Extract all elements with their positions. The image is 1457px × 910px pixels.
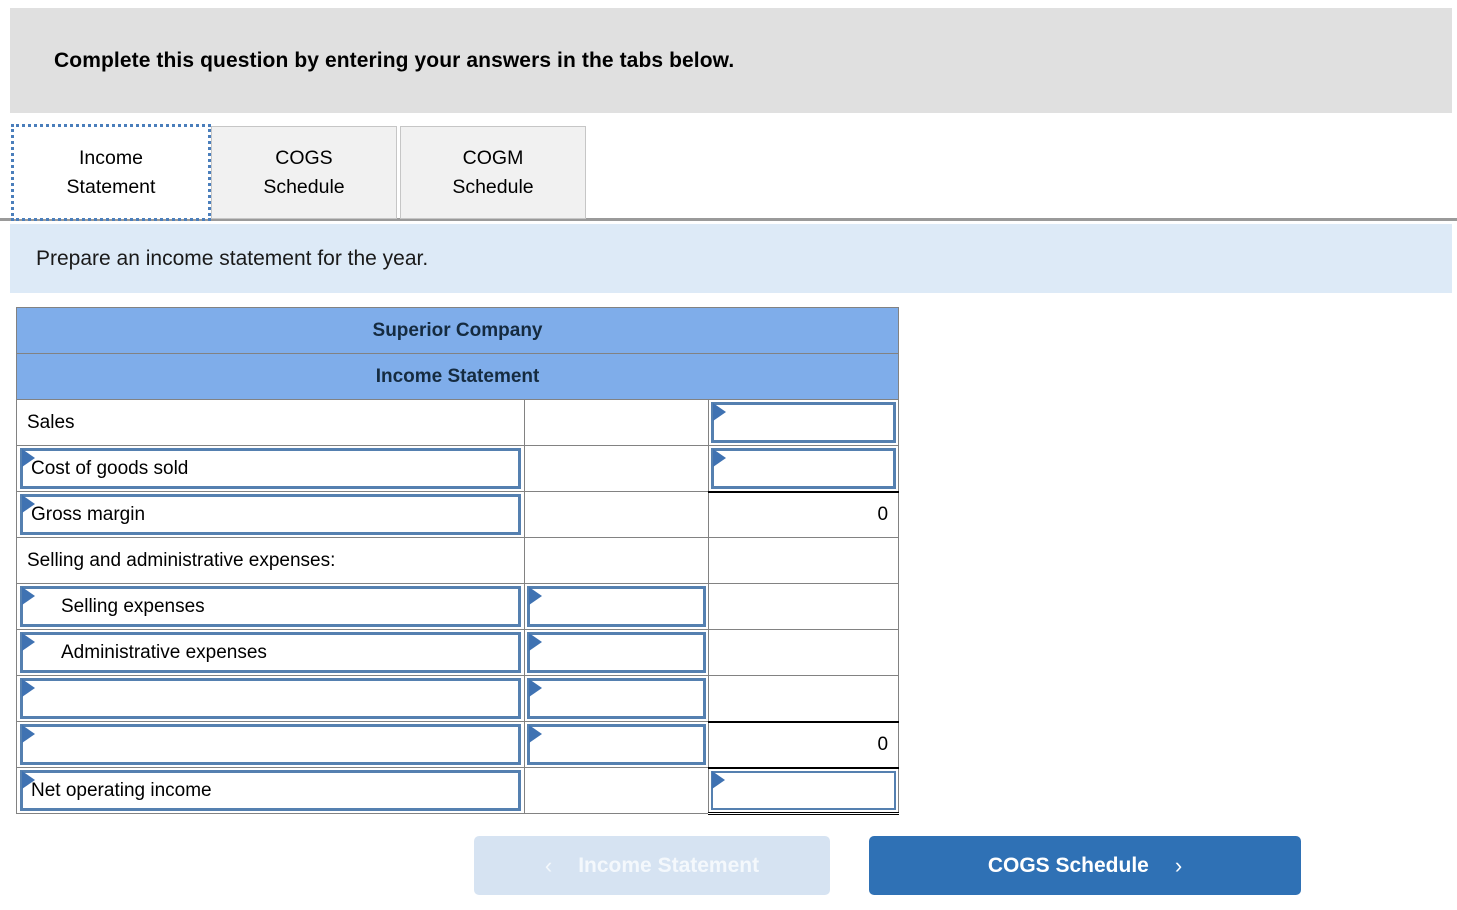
mid-value-input-7[interactable] (527, 724, 706, 765)
row-label-input-6[interactable] (20, 678, 521, 719)
worksheet-row: Administrative expenses (16, 629, 900, 676)
wizard-navigation: ‹ Income Statement COGS Schedule › (0, 836, 1457, 896)
row-label-text: Gross margin (31, 503, 146, 525)
worksheet-row (16, 675, 900, 722)
row-label-text: Selling expenses (61, 595, 205, 617)
worksheet-statement-title: Income Statement (15, 353, 900, 400)
tab-cogm-schedule[interactable]: COGM Schedule (400, 126, 586, 219)
dropdown-marker-icon (529, 633, 542, 651)
tab-cogm-schedule-line1: COGM (462, 147, 524, 170)
dropdown-marker-icon (712, 770, 725, 789)
worksheet-row: Selling and administrative expenses: (16, 537, 900, 584)
income-statement-worksheet: Superior Company Income Statement Sales C… (15, 307, 900, 815)
tab-cogs-schedule-line1: COGS (275, 147, 333, 170)
question-instruction-text: Complete this question by entering your … (54, 48, 735, 72)
mid-value-input-4[interactable] (527, 586, 706, 627)
right-value-input-8[interactable] (711, 770, 897, 810)
mid-blank-cell-1 (525, 446, 708, 491)
tab-cogs-schedule-line2: Schedule (263, 175, 345, 198)
mid-blank-cell-3 (525, 538, 708, 583)
worksheet-row: Net operating income (16, 766, 900, 815)
worksheet-row: Gross margin 0 (16, 490, 900, 538)
mid-value-input-6[interactable] (527, 678, 706, 719)
chevron-left-icon: ‹ (544, 852, 553, 878)
question-instruction-banner: Complete this question by entering your … (10, 8, 1452, 113)
dropdown-marker-icon (529, 679, 542, 697)
worksheet-title-row-2: Income Statement (15, 353, 900, 400)
row-label-input-1[interactable]: Cost of goods sold (20, 448, 521, 489)
requirement-text: Prepare an income statement for the year… (36, 246, 429, 270)
dropdown-marker-icon (713, 449, 726, 467)
mid-blank-cell-0 (525, 400, 708, 445)
chevron-right-icon: › (1174, 852, 1183, 878)
prev-button-label: Income Statement (578, 853, 760, 877)
question-page: Complete this question by entering your … (0, 0, 1457, 910)
right-value-input-0[interactable] (711, 402, 897, 443)
right-computed-value-7: 0 (709, 722, 899, 767)
next-button-label: COGS Schedule (987, 853, 1149, 877)
row-label-text: Net operating income (31, 779, 212, 801)
dropdown-marker-icon (529, 725, 542, 743)
worksheet-company-title: Superior Company (15, 307, 900, 354)
worksheet-title-row-1: Superior Company (15, 307, 900, 354)
row-label-input-2[interactable]: Gross margin (20, 494, 521, 535)
worksheet-row: Sales (16, 399, 900, 446)
tab-strip: Income Statement COGS Schedule COGM Sche… (0, 120, 1457, 221)
row-label-input-4[interactable]: Selling expenses (20, 586, 521, 627)
dropdown-marker-icon (529, 587, 542, 605)
row-label-input-5[interactable]: Administrative expenses (20, 632, 521, 673)
right-blank-cell-3 (709, 538, 899, 583)
tab-income-statement-line2: Statement (66, 175, 156, 198)
dropdown-marker-icon (713, 403, 726, 421)
requirement-bar: Prepare an income statement for the year… (10, 224, 1452, 293)
dropdown-marker-icon (22, 725, 35, 743)
row-label-input-7[interactable] (20, 724, 521, 765)
row-label-input-8[interactable]: Net operating income (20, 770, 521, 811)
row-label-text: Administrative expenses (61, 641, 267, 663)
right-value-input-1[interactable] (711, 448, 897, 489)
mid-blank-cell-2 (525, 492, 708, 537)
row-label-static: Sales (27, 411, 75, 433)
tab-cogm-schedule-line2: Schedule (452, 175, 534, 198)
mid-blank-cell-8 (525, 768, 708, 813)
next-cogs-schedule-button[interactable]: COGS Schedule › (869, 836, 1301, 895)
right-blank-cell-6 (709, 676, 899, 721)
right-blank-cell-5 (709, 630, 899, 675)
dropdown-marker-icon (22, 679, 35, 697)
row-label-static: Selling and administrative expenses: (27, 549, 336, 571)
mid-value-input-5[interactable] (527, 632, 706, 673)
right-computed-value-2: 0 (709, 492, 899, 537)
worksheet-row: Cost of goods sold (16, 445, 900, 492)
tab-cogs-schedule[interactable]: COGS Schedule (211, 126, 397, 219)
prev-income-statement-button[interactable]: ‹ Income Statement (474, 836, 830, 895)
worksheet-row: Selling expenses (16, 583, 900, 630)
tab-income-statement-line1: Income (79, 147, 143, 170)
row-label-text: Cost of goods sold (31, 457, 189, 479)
right-blank-cell-4 (709, 584, 899, 629)
worksheet-row: 0 (16, 720, 900, 768)
tab-income-statement[interactable]: Income Statement (11, 124, 211, 221)
worksheet-body: Superior Company Income Statement Sales C… (15, 307, 900, 815)
